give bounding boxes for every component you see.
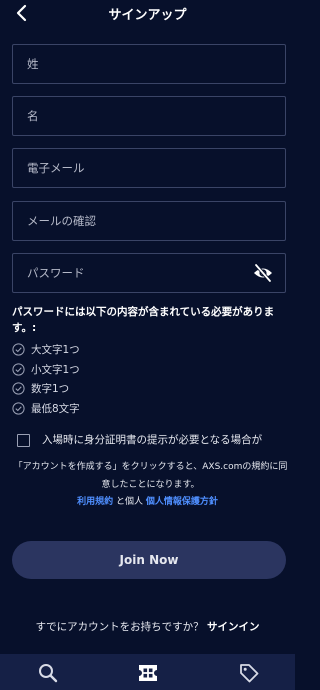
requirement-uppercase: 大文字1つ (12, 341, 282, 361)
id-required-checkbox[interactable] (17, 434, 30, 447)
tag-icon[interactable] (238, 662, 260, 684)
email-confirm-input[interactable] (12, 201, 286, 241)
check-circle-icon (12, 362, 25, 376)
requirement-number: 数字1つ (12, 380, 282, 400)
bottom-tab-bar (0, 654, 295, 690)
requirement-label: 数字1つ (31, 383, 70, 395)
last-name-input[interactable] (12, 44, 286, 84)
first-name-input[interactable] (12, 96, 286, 136)
check-circle-icon (12, 382, 25, 395)
requirement-label: 小文字1つ (31, 363, 80, 376)
requirement-label: 大文字1つ (31, 344, 80, 356)
requirement-min-length: 最低8文字 (12, 400, 282, 420)
signin-link[interactable]: サインイン (207, 621, 260, 633)
and-text: と個人 (115, 497, 143, 507)
check-circle-icon (12, 401, 25, 415)
page-title: サインアップ (108, 8, 187, 23)
signin-prompt: すでにアカウントをお持ちですか？ サインイン (0, 619, 295, 634)
requirement-lowercase: 小文字1つ (12, 361, 282, 381)
terms-links: 利用規約 と個人 個人情報保護方針 (0, 494, 295, 507)
consent-text: 「アカウントを作成する」をクリックすると、AXS.comの規約に同意したことにな… (13, 462, 288, 490)
search-icon[interactable] (37, 662, 59, 684)
privacy-policy-link[interactable]: 個人情報保護方針 (146, 497, 218, 507)
check-circle-icon (12, 343, 25, 356)
ticket-icon[interactable] (137, 662, 159, 684)
password-requirements-list: 大文字1つ 小文字1つ 数字1つ 最低8文字 (12, 341, 282, 419)
password-input[interactable] (12, 253, 286, 293)
join-now-button[interactable]: Join Now (12, 541, 286, 579)
have-account-text: すでにアカウントをお持ちですか？ (35, 621, 204, 633)
requirement-label: 最低8文字 (31, 402, 80, 415)
header: サインアップ (0, 0, 295, 28)
password-requirements-title: パスワードには以下の内容が含まれている必要があります。: (12, 306, 275, 334)
email-input[interactable] (12, 148, 286, 188)
terms-of-use-link[interactable]: 利用規約 (77, 497, 113, 507)
eye-off-icon[interactable] (252, 263, 274, 283)
id-required-label: 入場時に身分証明書の提示が必要となる場合が (42, 434, 263, 446)
